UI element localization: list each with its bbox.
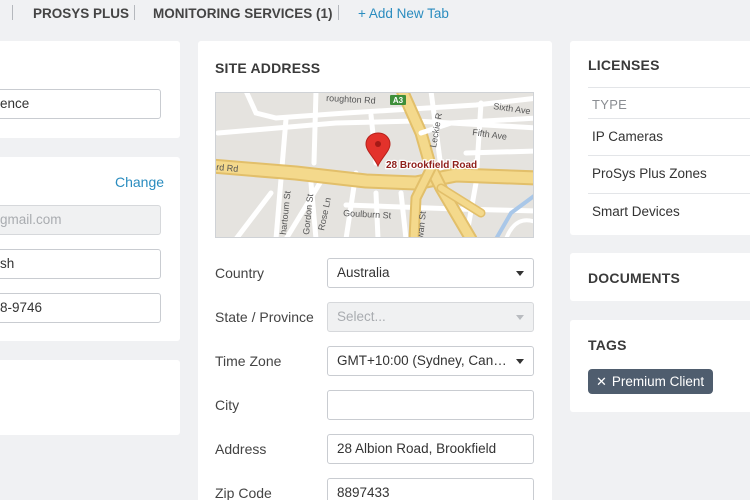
address-label: Address	[215, 441, 267, 457]
time-zone-select-value: GMT+10:00 (Sydney, Canberra...	[337, 353, 534, 368]
tab-separator	[134, 5, 135, 20]
add-new-tab-link[interactable]: + Add New Tab	[358, 6, 449, 21]
state-province-select-value: Select...	[337, 309, 386, 324]
divider	[588, 155, 750, 156]
tab-monitoring-services[interactable]: MONITORING SERVICES (1)	[153, 6, 333, 21]
documents-title: DOCUMENTS	[588, 270, 681, 286]
tag-label: Premium Client	[611, 374, 705, 389]
licenses-title: LICENSES	[588, 57, 660, 73]
name-field[interactable]: sh	[0, 249, 161, 279]
tags-title: TAGS	[588, 337, 627, 353]
divider	[588, 87, 750, 88]
license-item-prosys-plus-zones: ProSys Plus Zones	[592, 166, 707, 181]
chevron-down-icon	[516, 315, 524, 320]
tag-premium-client: ✕ Premium Client	[588, 369, 714, 394]
tab-prosys-plus[interactable]: PROSYS PLUS	[33, 6, 129, 21]
city-label: City	[215, 397, 240, 413]
map-graphic: A3 roughton Rd Sixth Ave Leckie R Fifth …	[216, 93, 533, 237]
country-label: Country	[215, 265, 265, 281]
tab-separator	[12, 5, 13, 20]
close-icon[interactable]: ✕	[596, 369, 607, 394]
state-province-label: State / Province	[215, 309, 314, 325]
left-card-contact: Change gmail.com sh 8-9746	[0, 157, 180, 341]
country-select[interactable]: Australia	[327, 258, 534, 288]
state-province-select: Select...	[327, 302, 534, 332]
map-street-label: A3	[393, 96, 404, 105]
country-select-value: Australia	[337, 265, 390, 280]
license-item-ip-cameras: IP Cameras	[592, 129, 664, 144]
time-zone-label: Time Zone	[215, 353, 282, 369]
zip-code-input[interactable]: 8897433	[327, 478, 534, 500]
time-zone-select[interactable]: GMT+10:00 (Sydney, Canberra...	[327, 346, 534, 376]
phone-field[interactable]: 8-9746	[0, 293, 161, 323]
zip-code-label: Zip Code	[215, 485, 272, 500]
chevron-down-icon	[516, 359, 524, 364]
map-marker-label: 28 Brookfield Road	[386, 160, 477, 171]
city-input[interactable]	[327, 390, 534, 420]
map-street-label: rd Rd	[216, 162, 239, 174]
licenses-type-header: TYPE	[592, 97, 628, 112]
left-card-top: ence	[0, 41, 180, 138]
chevron-down-icon	[516, 271, 524, 276]
change-link[interactable]: Change	[115, 174, 164, 190]
license-item-smart-devices: Smart Devices	[592, 204, 680, 219]
tab-separator	[338, 5, 339, 20]
left-text-field[interactable]: ence	[0, 89, 161, 119]
tab-bar: PROSYS PLUS MONITORING SERVICES (1) + Ad…	[0, 0, 750, 30]
divider	[588, 193, 750, 194]
email-field: gmail.com	[0, 205, 161, 235]
site-map[interactable]: A3 roughton Rd Sixth Ave Leckie R Fifth …	[215, 92, 534, 238]
divider	[588, 118, 750, 119]
site-address-title: SITE ADDRESS	[215, 60, 321, 76]
left-card-bottom	[0, 360, 180, 435]
tags-card	[570, 320, 750, 412]
address-input[interactable]: 28 Albion Road, Brookfield	[327, 434, 534, 464]
